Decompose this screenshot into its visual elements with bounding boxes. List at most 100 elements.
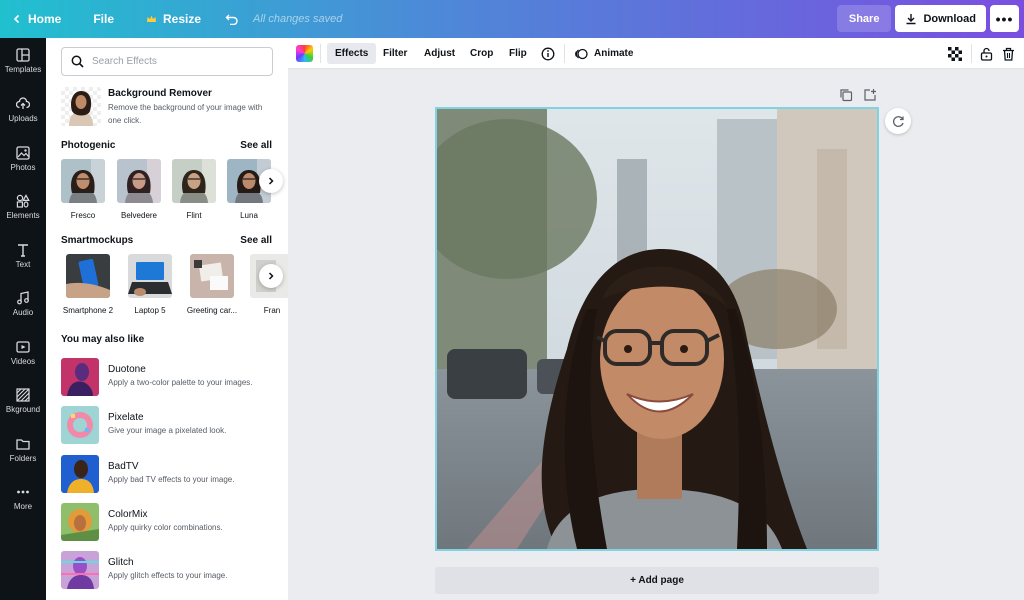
share-label: Share [848,12,880,25]
effect-thumbnail [61,551,99,589]
effect-thumbnail [61,455,99,493]
undo-button[interactable] [225,13,239,25]
duplicate-page-button[interactable] [839,88,853,102]
flip-button[interactable]: Flip [501,43,535,64]
search-box[interactable] [61,47,273,76]
smartmockups-row: Smartphone 2 Laptop 5 Greeting car... Fr… [61,254,288,320]
mockup-thumbnail [190,254,234,298]
shapes-icon [16,194,30,208]
effects-button[interactable]: Effects [327,43,377,64]
rail-label: More [13,502,33,511]
rotate-button[interactable] [885,108,911,134]
effect-title: ColorMix [108,509,148,520]
transparency-icon [948,46,962,61]
photogenic-filter-fresco[interactable]: Fresco [61,159,105,220]
mockup-label: Smartphone 2 [62,306,114,315]
file-menu[interactable]: File [93,12,114,26]
rail-item-audio[interactable]: Audio [0,291,46,317]
info-button[interactable] [533,43,563,64]
more-options-button[interactable]: ••• [990,5,1019,32]
photogenic-heading: Photogenic [61,140,116,151]
layout-icon [16,48,30,62]
rail-item-videos[interactable]: Videos [0,340,46,366]
rail-item-text[interactable]: Text [0,243,46,269]
search-icon [71,55,84,68]
chevron-right-icon [268,177,274,185]
filter-thumbnail [61,159,105,203]
home-label: Home [28,12,62,26]
effect-item-duotone[interactable]: Duotone Apply a two-color palette to you… [61,358,276,398]
smartmockups-heading: Smartmockups [61,235,134,246]
rail-label: Text [15,260,31,269]
crown-icon [147,15,157,22]
mockup-thumbnail [128,254,172,298]
smartmockups-see-all-link[interactable]: See all [240,235,272,246]
rail-item-more[interactable]: More [0,485,46,511]
photogenic-see-all-link[interactable]: See all [240,140,272,151]
effect-title: Pixelate [108,412,144,423]
photogenic-next-button[interactable] [259,169,283,193]
photogenic-row: Fresco Belvedere Flint Luna [61,159,288,225]
mockup-smartphone[interactable]: Smartphone 2 [63,254,113,315]
filter-button[interactable]: Filter [375,43,415,64]
effect-title: Glitch [108,557,134,568]
rail-item-templates[interactable]: Templates [0,48,46,74]
also-like-heading: You may also like [61,334,145,345]
resize-label: Resize [163,12,202,26]
transparency-button[interactable] [940,43,970,64]
add-new-page-button[interactable] [863,88,877,102]
text-icon [18,244,28,257]
toolbar-divider [320,44,321,63]
effect-item-pixelate[interactable]: Pixelate Give your image a pixelated loo… [61,406,276,446]
color-swatch-button[interactable] [296,45,313,62]
rail-label: Photos [10,163,36,172]
mockup-label: Fran [263,306,281,315]
background-remover-title: Background Remover [108,88,212,99]
photogenic-filter-flint[interactable]: Flint [172,159,216,220]
animate-button[interactable]: Animate [566,43,641,64]
rail-label: Elements [6,211,40,220]
mockup-greeting-card[interactable]: Greeting car... [187,254,237,315]
crop-button[interactable]: Crop [462,43,501,64]
mockup-laptop[interactable]: Laptop 5 [127,254,173,315]
effect-item-glitch[interactable]: Glitch Apply glitch effects to your imag… [61,551,276,591]
effect-item-badtv[interactable]: BadTV Apply bad TV effects to your image… [61,455,276,495]
rail-item-photos[interactable]: Photos [0,146,46,172]
effect-thumbnail [61,503,99,541]
effect-item-colormix[interactable]: ColorMix Apply quirky color combinations… [61,503,276,543]
delete-button[interactable] [998,43,1019,64]
filter-label: Flint [186,211,202,220]
search-input[interactable] [92,56,262,67]
duplicate-icon [840,89,853,102]
smartmockups-next-button[interactable] [259,264,283,288]
rail-item-background[interactable]: Bkground [0,388,46,414]
share-button[interactable]: Share [836,5,892,32]
add-page-icon [864,89,876,101]
rail-item-uploads[interactable]: Uploads [0,97,46,123]
photogenic-filter-belvedere[interactable]: Belvedere [117,159,161,220]
unlock-icon [980,47,993,61]
effect-description: Apply a two-color palette to your images… [108,378,253,387]
home-button[interactable]: Home [12,12,61,26]
toolbar-divider [564,44,565,63]
effect-description: Apply bad TV effects to your image. [108,475,235,484]
chevron-right-icon [268,272,274,280]
chevron-left-icon [13,14,20,24]
rail-item-elements[interactable]: Elements [0,194,46,220]
video-icon [16,341,30,353]
side-navigation: Templates Uploads Photos Elements Text A… [0,38,46,600]
design-canvas: + Add page [288,69,1024,600]
filter-label: Belvedere [120,211,158,220]
add-page-button[interactable]: + Add page [435,567,879,594]
adjust-button[interactable]: Adjust [416,43,463,64]
rail-item-folders[interactable]: Folders [0,437,46,463]
effect-thumbnail [61,406,99,444]
selected-photo[interactable] [435,107,879,551]
image-toolbar: Effects Filter Adjust Crop Flip Animate [288,38,1024,69]
resize-button[interactable]: Resize [146,12,201,26]
download-button[interactable]: Download [895,5,986,32]
animate-icon [575,48,588,59]
top-bar: Home File Resize All changes saved Share… [0,0,1024,38]
lock-button[interactable] [976,43,997,64]
background-remover-item[interactable]: Background Remover Remove the background… [61,87,276,127]
